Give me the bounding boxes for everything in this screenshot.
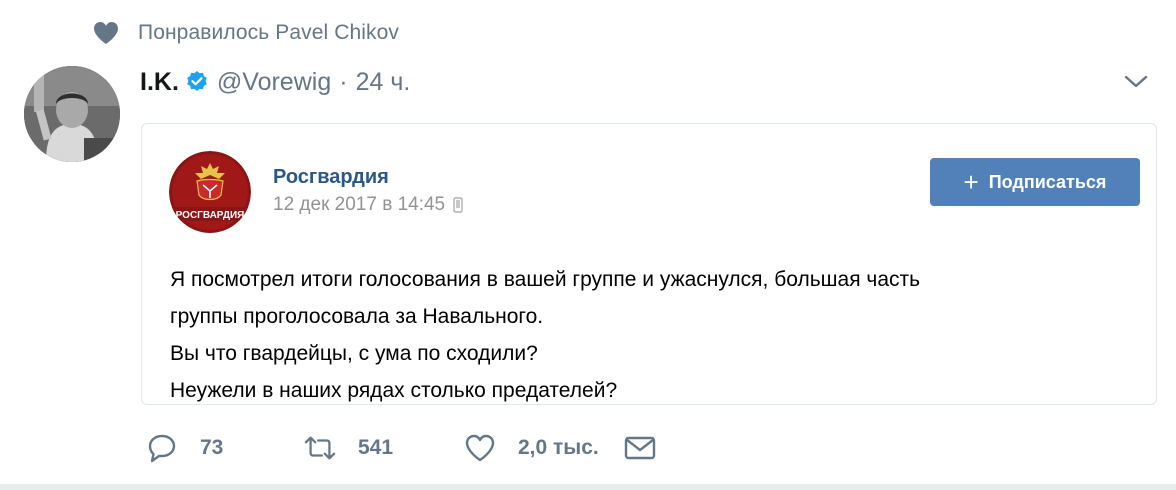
retweet-button[interactable]: 541 (304, 432, 464, 464)
direct-message-button[interactable] (624, 432, 656, 464)
retweet-count: 541 (358, 436, 394, 459)
social-context: Понравилось Pavel Chikov (92, 19, 399, 47)
group-avatar-label: РОСГВАРДИЯ (176, 210, 245, 221)
plus-icon: + (963, 167, 979, 197)
post-date-text: 12 дек 2017 в 14:45 (273, 194, 446, 215)
tweet-time[interactable]: 24 ч. (356, 68, 411, 97)
separator-dot: · (339, 67, 348, 96)
reply-icon (146, 432, 178, 464)
reply-button[interactable]: 73 (146, 432, 304, 464)
group-name[interactable]: Росгвардия (273, 166, 389, 189)
post-text-line: Неужели в наших рядах столько предателей… (170, 379, 618, 402)
reply-count: 73 (200, 436, 224, 459)
like-button[interactable]: 2,0 тыс. (464, 432, 624, 464)
embedded-vk-post[interactable]: РОСГВАРДИЯ Росгвардия 12 дек 2017 в 14:4… (141, 123, 1157, 405)
liked-by-text[interactable]: Понравилось Pavel Chikov (138, 21, 399, 45)
author-handle[interactable]: @Vorewig (217, 68, 331, 97)
bottom-divider (0, 484, 1176, 490)
like-count: 2,0 тыс. (518, 436, 599, 459)
subscribe-button[interactable]: + Подписаться (930, 158, 1140, 206)
heart-icon (92, 19, 120, 47)
author-name[interactable]: I.K. (140, 68, 179, 97)
envelope-icon (624, 432, 656, 464)
retweet-icon (304, 432, 336, 464)
group-avatar[interactable]: РОСГВАРДИЯ (169, 151, 251, 233)
verified-badge-icon (185, 70, 209, 94)
author-avatar[interactable] (24, 66, 120, 162)
mobile-phone-icon (453, 197, 463, 213)
heart-outline-icon (464, 432, 496, 464)
post-text: Я посмотрел итоги голосования в вашей гр… (170, 261, 1130, 409)
chevron-down-icon[interactable] (1122, 70, 1150, 94)
subscribe-label: Подписаться (988, 171, 1107, 192)
post-text-line: Вы что гвардейцы, с ума по сходили? (170, 342, 538, 365)
tweet-header: I.K. @Vorewig · 24 ч. (140, 64, 410, 100)
post-text-line: Я посмотрел итоги голосования в вашей гр… (170, 268, 921, 291)
tweet-page: Понравилось Pavel Chikov I.K. @Vorewig ·… (0, 0, 1176, 490)
post-text-line: группы проголосовала за Навального. (170, 305, 544, 328)
tweet-actions: 73 541 2,0 тыс. (146, 430, 656, 466)
post-date[interactable]: 12 дек 2017 в 14:45 (273, 194, 463, 216)
